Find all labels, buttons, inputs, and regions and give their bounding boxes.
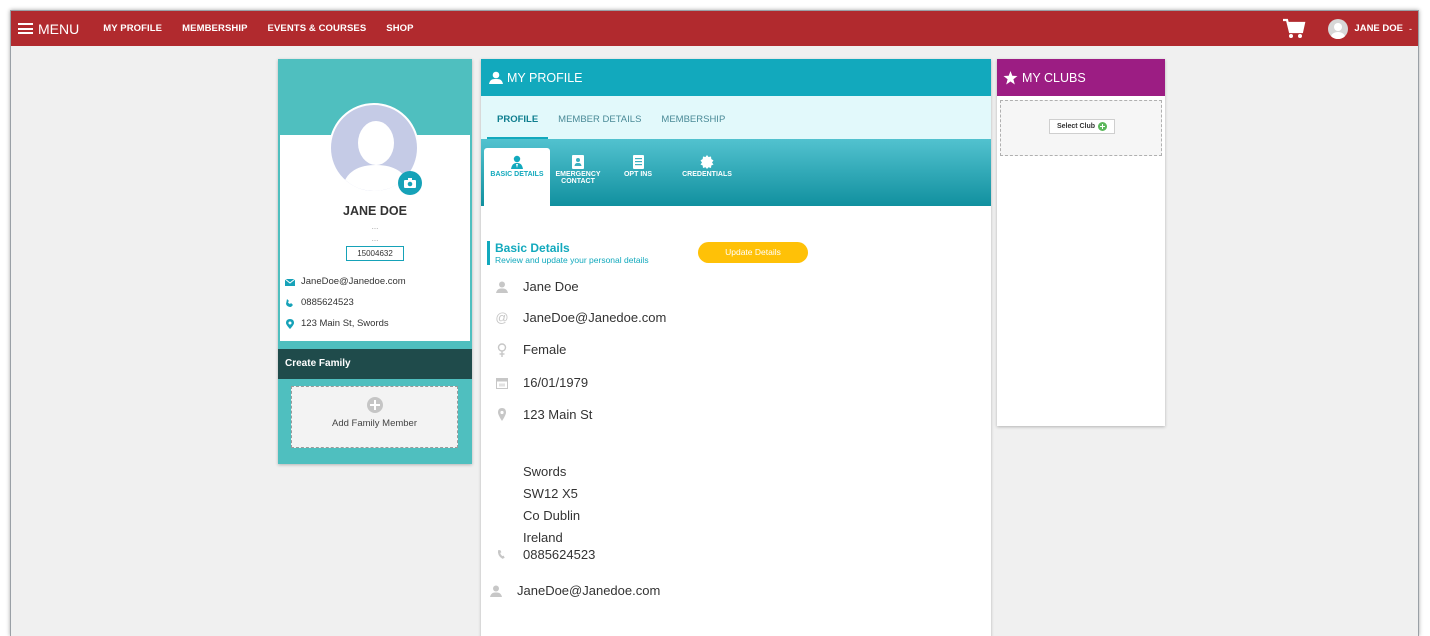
map-marker-icon [498, 408, 506, 421]
subtab-contact-label: CONTACT [561, 178, 595, 185]
detail-email: JaneDoe@Janedoe.com [523, 310, 667, 325]
detail-name-row: Jane Doe [495, 279, 579, 294]
detail-dob-row: 16/01/1979 [495, 375, 588, 390]
subtab-emergency-label: EMERGENCY [555, 171, 601, 178]
detail-address-city: Swords [523, 464, 567, 479]
detail-phone-row: 0885624523 [495, 547, 595, 562]
user-area: JANE DOE - [1282, 11, 1418, 46]
hamburger-icon [18, 23, 33, 34]
subtab-opt-ins[interactable]: OPT INS [617, 148, 659, 206]
user-name-menu[interactable]: JANE DOE [1354, 23, 1403, 34]
detail-address-row: 123 Main St [495, 407, 592, 422]
female-symbol-icon [497, 342, 507, 357]
camera-upload-button[interactable] [398, 171, 422, 195]
member-id-badge: 15004632 [346, 246, 404, 261]
nav-link-shop[interactable]: SHOP [386, 23, 413, 34]
calendar-icon [496, 377, 508, 389]
person-icon [490, 585, 502, 597]
subtab-opt-ins-label: OPT INS [623, 171, 652, 178]
update-details-button[interactable]: Update Details [698, 242, 808, 263]
detail-gender: Female [523, 342, 567, 357]
app-window: MENU MY PROFILE MEMBERSHIP EVENTS & COUR… [10, 10, 1419, 636]
section-title: Basic Details [495, 241, 570, 255]
my-clubs-header: MY CLUBS [997, 59, 1165, 96]
profile-subtabs: BASIC DETAILS EMERGENCY CONTACT OPT INS … [481, 139, 991, 206]
detail-gender-row: Female [495, 342, 566, 357]
section-subtitle: Review and update your personal details [495, 255, 649, 265]
detail-name: Jane Doe [523, 279, 579, 294]
my-clubs-panel: MY CLUBS Select Club [997, 59, 1165, 426]
detail-address-line1: 123 Main St [523, 407, 593, 422]
shopping-cart-icon[interactable] [1282, 18, 1306, 40]
profile-address-row: 123 Main St, Swords [285, 318, 389, 329]
detail-emergency-email-row: JaneDoe@Janedoe.com [489, 583, 660, 598]
profile-phone: 0885624523 [301, 297, 354, 308]
profile-tabs: PROFILE MEMBER DETAILS MEMBERSHIP [481, 96, 991, 139]
plus-circle-icon [366, 397, 383, 413]
select-club-area: Select Club [1000, 100, 1162, 156]
map-marker-icon [286, 318, 294, 329]
add-family-member-button[interactable]: Add Family Member [291, 386, 458, 448]
my-clubs-title: MY CLUBS [1022, 70, 1086, 85]
list-document-icon [632, 155, 644, 169]
menu-button[interactable]: MENU [18, 21, 79, 37]
star-icon [1003, 70, 1018, 84]
person-icon [496, 281, 508, 293]
detail-dob: 16/01/1979 [523, 375, 589, 390]
profile-placeholder-1: ... [371, 222, 379, 231]
envelope-icon [285, 278, 295, 286]
basic-details-heading: Basic Details Review and update your per… [487, 241, 649, 265]
detail-email-row: @ JaneDoe@Janedoe.com [495, 310, 666, 325]
subtab-credentials-label: CREDENTIALS [682, 171, 732, 178]
profile-card: JANE DOE ... ... 15004632 JaneDoe@Janedo… [278, 59, 472, 464]
nav-link-my-profile[interactable]: MY PROFILE [103, 23, 162, 34]
subtab-credentials[interactable]: CREDENTIALS [677, 148, 737, 206]
tab-member-details[interactable]: MEMBER DETAILS [548, 114, 651, 139]
detail-address-postcode: SW12 X5 [523, 486, 578, 501]
plus-circle-icon [1098, 122, 1108, 131]
nav-link-events-courses[interactable]: EVENTS & COURSES [268, 23, 367, 34]
subtab-basic-details[interactable]: BASIC DETAILS [484, 148, 550, 206]
my-profile-header: MY PROFILE [481, 59, 991, 96]
select-club-label: Select Club [1056, 123, 1096, 130]
my-profile-panel: MY PROFILE PROFILE MEMBER DETAILS MEMBER… [481, 59, 991, 636]
user-avatar-icon[interactable] [1328, 18, 1349, 39]
add-family-member-label: Add Family Member [332, 418, 417, 429]
detail-address-county: Co Dublin [523, 508, 581, 523]
profile-phone-row: 0885624523 [285, 297, 354, 308]
at-sign-icon: @ [495, 310, 509, 325]
nav-link-membership[interactable]: MEMBERSHIP [182, 23, 247, 34]
subtab-basic-details-label: BASIC DETAILS [490, 171, 544, 178]
select-club-button[interactable]: Select Club [1049, 119, 1115, 134]
profile-email: JaneDoe@Janedoe.com [301, 276, 406, 287]
user-tie-icon [511, 155, 523, 169]
detail-phone: 0885624523 [523, 547, 596, 562]
address-book-icon [572, 155, 584, 169]
profile-email-row: JaneDoe@Janedoe.com [285, 276, 406, 287]
subtab-emergency-contact[interactable]: EMERGENCY CONTACT [553, 148, 603, 206]
phone-icon [497, 550, 505, 559]
my-profile-title: MY PROFILE [507, 70, 583, 85]
user-menu-caret[interactable]: - [1409, 24, 1412, 34]
detail-emergency-email: JaneDoe@Janedoe.com [517, 583, 661, 598]
tab-profile[interactable]: PROFILE [487, 114, 549, 139]
profile-placeholder-2: ... [371, 234, 379, 243]
tab-membership[interactable]: MEMBERSHIP [651, 114, 735, 139]
phone-icon [286, 298, 293, 307]
user-icon [489, 71, 503, 84]
profile-address: 123 Main St, Swords [301, 318, 389, 329]
create-family-heading: Create Family [278, 349, 472, 379]
certificate-icon [700, 155, 714, 169]
detail-address-country: Ireland [523, 530, 563, 545]
camera-icon [404, 178, 416, 188]
profile-name: JANE DOE [343, 204, 407, 218]
menu-label: MENU [38, 20, 80, 37]
top-navigation: MENU MY PROFILE MEMBERSHIP EVENTS & COUR… [11, 11, 1418, 46]
